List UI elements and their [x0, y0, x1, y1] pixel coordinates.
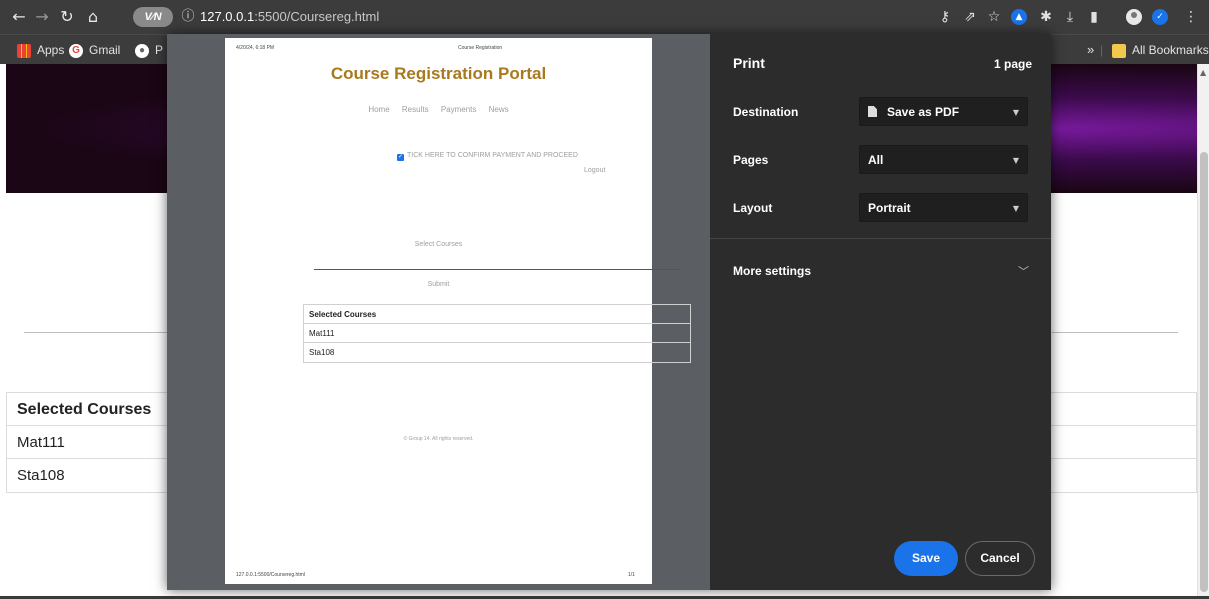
expand-chevron-icon[interactable]: ﹀: [1018, 263, 1029, 279]
pages-label: Pages: [733, 153, 769, 167]
cancel-button[interactable]: Cancel: [965, 541, 1035, 576]
layout-label: Layout: [733, 201, 773, 215]
print-dialog: 4/20/24, 6:18 PM Course Registration Cou…: [167, 34, 1051, 590]
site-info-icon[interactable]: ⓘ: [178, 4, 198, 30]
bookmark-apps-label: Apps: [37, 43, 65, 57]
more-settings-toggle[interactable]: More settings: [733, 264, 811, 278]
page-divider-left: [24, 332, 169, 333]
save-button[interactable]: Save: [894, 541, 958, 576]
back-icon[interactable]: ←: [8, 6, 30, 28]
preview-heading: Course Registration Portal: [330, 64, 547, 83]
layout-value: Portrait: [868, 201, 911, 215]
preview-select-courses: Select Courses: [414, 241, 463, 248]
chevron-down-icon: ▼: [1012, 156, 1019, 165]
apps-grid-icon: [17, 43, 31, 58]
preview-confirm-label: TICK HERE TO CONFIRM PAYMENT AND PROCEED: [407, 152, 578, 159]
preview-page-number: 1/1: [628, 572, 635, 578]
extension-lock-icon[interactable]: ▲: [1011, 9, 1027, 25]
all-bookmarks-label: All Bookmarks: [1132, 43, 1209, 57]
reload-icon[interactable]: ↻: [56, 6, 78, 28]
scroll-up-arrow-icon[interactable]: ▲: [1200, 68, 1206, 77]
checkbox-checked-icon: ✓: [397, 154, 404, 161]
preview-submit: Submit: [427, 281, 450, 288]
bookmarks-separator: |: [1100, 43, 1104, 57]
folder-icon: [1112, 43, 1126, 58]
vpn-extension-badge[interactable]: V⁄N: [133, 7, 173, 27]
destination-value-wrap: Save as PDF: [868, 98, 959, 127]
browser-toolbar: ← → ↻ ⌂ V⁄N ⓘ 127.0.0.1:5500/Coursereg.h…: [0, 0, 1209, 34]
url-path: :5500/Coursereg.html: [254, 9, 380, 24]
print-title: Print: [733, 55, 765, 71]
settings-divider: [710, 238, 1051, 239]
bookmark-all-bookmarks[interactable]: All Bookmarks: [1112, 35, 1209, 65]
preview-nav-results: Results: [401, 105, 429, 114]
preview-selected-courses-table: Selected Courses Mat111 Sta108: [303, 304, 691, 363]
profile-avatar[interactable]: [1124, 7, 1144, 27]
scrollbar-thumb[interactable]: [1200, 152, 1208, 592]
share-icon[interactable]: ⇗: [959, 6, 981, 28]
address-bar[interactable]: ⓘ 127.0.0.1:5500/Coursereg.html: [178, 4, 1018, 30]
preview-nav: Home Results Payments News: [225, 105, 652, 114]
chevron-down-icon: ▼: [1012, 204, 1019, 213]
pages-value: All: [868, 153, 884, 167]
preview-table-row: Mat111: [304, 324, 690, 343]
preview-footer: © Group 14. All rights reserved.: [403, 436, 474, 442]
preview-divider: [314, 269, 680, 270]
page-divider-right: [1052, 332, 1178, 333]
destination-select[interactable]: Save as PDF ▼: [859, 97, 1028, 126]
google-icon: G: [69, 43, 83, 58]
download-icon[interactable]: ⤓: [1059, 6, 1081, 28]
preview-confirm-checkbox: ✓ TICK HERE TO CONFIRM PAYMENT AND PROCEE…: [397, 152, 578, 161]
destination-value: Save as PDF: [887, 105, 960, 119]
url-text[interactable]: 127.0.0.1:5500/Coursereg.html: [200, 4, 379, 30]
password-key-icon[interactable]: ⚷: [934, 6, 956, 28]
preview-page-url: 127.0.0.1:5500/Coursereg.html: [236, 572, 305, 578]
home-icon[interactable]: ⌂: [82, 6, 104, 28]
preview-nav-home: Home: [368, 105, 390, 114]
page-scrollbar[interactable]: ▲: [1197, 64, 1209, 599]
chevron-down-icon: ▼: [1012, 108, 1019, 117]
layout-select[interactable]: Portrait ▼: [859, 193, 1028, 222]
page-count: 1 page: [993, 57, 1032, 71]
print-settings-panel: Print 1 page Destination Save as PDF ▼ P…: [710, 34, 1051, 590]
bookmark-star-icon[interactable]: ☆: [983, 6, 1005, 28]
pages-select[interactable]: All ▼: [859, 145, 1028, 174]
preview-page: 4/20/24, 6:18 PM Course Registration Cou…: [225, 38, 691, 584]
preview-logout: Logout: [584, 167, 606, 174]
menu-kebab-icon[interactable]: ⋮: [1180, 6, 1202, 28]
url-host: 127.0.0.1: [200, 9, 255, 24]
extensions-puzzle-icon[interactable]: ✱: [1035, 6, 1057, 28]
bookmark-site-icon: ●: [135, 43, 149, 58]
destination-label: Destination: [733, 105, 799, 119]
side-panel-icon[interactable]: ▮: [1083, 6, 1105, 28]
preview-table-header: Selected Courses: [304, 305, 690, 324]
preview-doc-title: Course Registration: [458, 45, 503, 51]
document-icon: [868, 106, 877, 117]
print-preview-area: 4/20/24, 6:18 PM Course Registration Cou…: [167, 34, 710, 590]
bookmark-gmail-label: Gmail: [89, 43, 121, 57]
preview-table-row: Sta108: [309, 348, 335, 357]
verified-extension-icon[interactable]: ✓: [1152, 9, 1168, 25]
bookmark-truncated[interactable]: ● P: [135, 35, 163, 65]
bookmark-gmail[interactable]: G Gmail: [69, 35, 120, 65]
preview-nav-news: News: [488, 105, 509, 114]
preview-date: 4/20/24, 6:18 PM: [236, 45, 275, 51]
bookmark-apps[interactable]: Apps: [17, 35, 64, 65]
forward-icon[interactable]: →: [31, 6, 53, 28]
bookmarks-overflow-button[interactable]: »: [1087, 35, 1094, 65]
bookmark-truncated-label: P: [155, 43, 164, 57]
preview-nav-payments: Payments: [440, 105, 477, 114]
